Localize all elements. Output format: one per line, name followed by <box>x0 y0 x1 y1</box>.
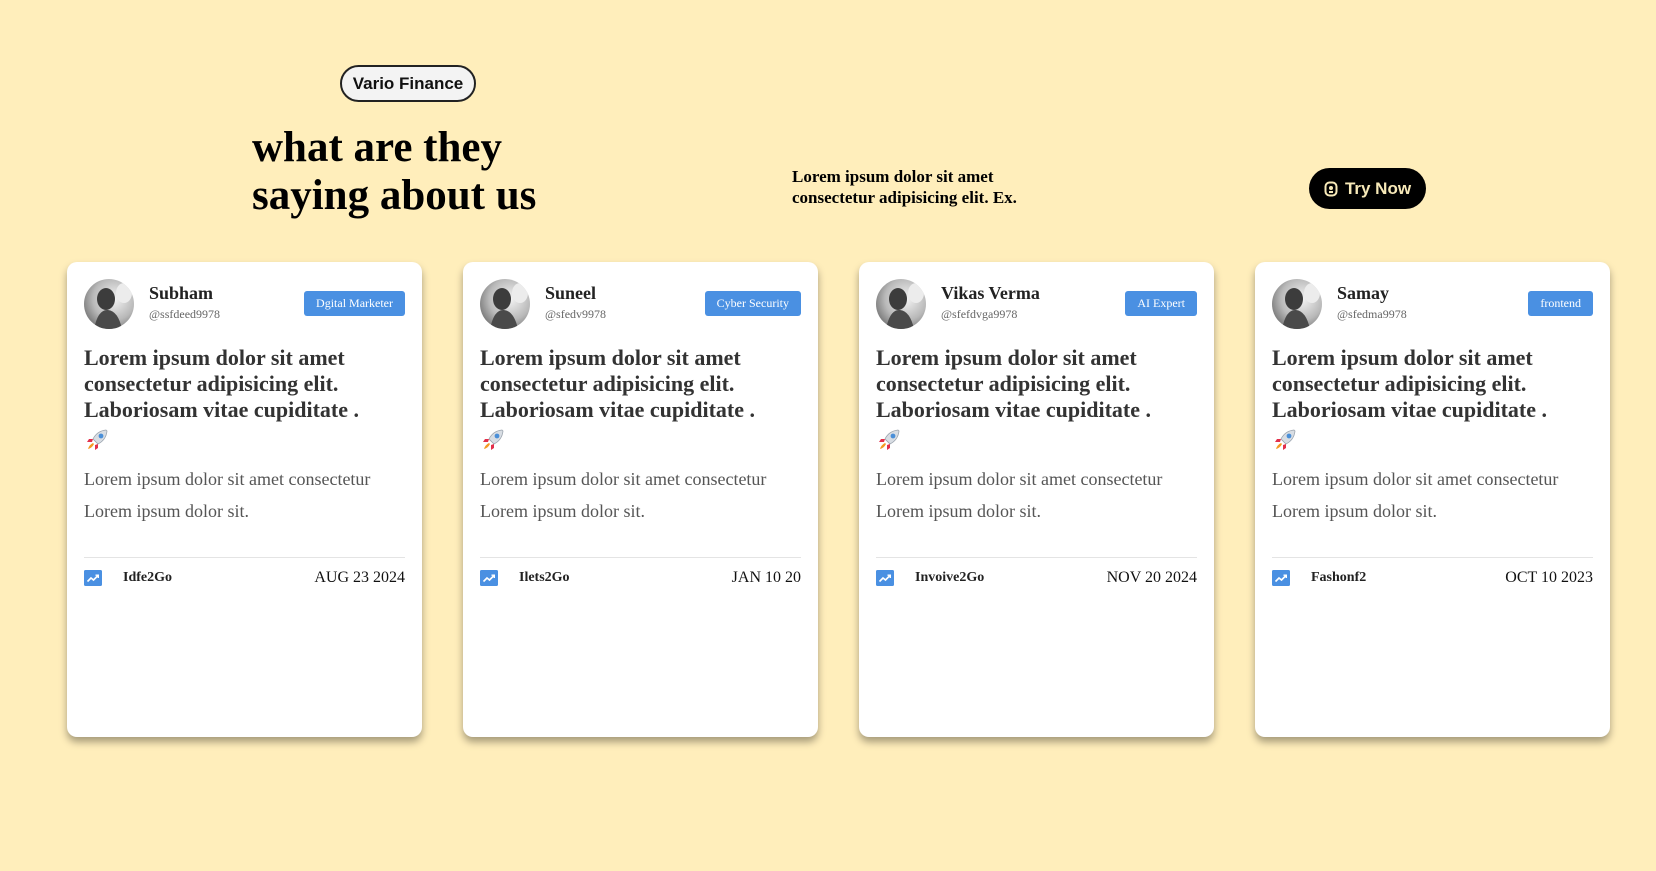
author-info: Subham @ssfdeed9978 <box>149 279 304 321</box>
post-date: AUG 23 2024 <box>314 569 405 586</box>
testimonial-card: Vikas Verma @sfefdvga9978 AI Expert Lore… <box>859 262 1214 737</box>
app-name: Invoive2Go <box>915 570 985 585</box>
brand-pill: Vario Finance <box>340 65 476 102</box>
rocket-icon <box>480 427 801 455</box>
card-body: Lorem ipsum dolor sit amet consectetur L… <box>480 469 767 521</box>
post-date: JAN 10 20 <box>731 569 801 586</box>
author-info: Samay @sfedma9978 <box>1337 279 1528 321</box>
post-date: NOV 20 2024 <box>1106 569 1197 586</box>
card-header: Samay @sfedma9978 frontend <box>1272 279 1593 331</box>
card-title: Lorem ipsum dolor sit amet consectetur a… <box>876 345 1151 422</box>
card-header: Subham @ssfdeed9978 Dgital Marketer <box>84 279 405 331</box>
author-info: Vikas Verma @sfefdvga9978 <box>941 279 1125 321</box>
app-name: Ilets2Go <box>519 570 570 585</box>
try-now-label: Try Now <box>1344 178 1412 198</box>
card-footer: Ilets2Go JAN 10 20 <box>480 557 801 587</box>
author-name: Samay <box>1337 283 1390 303</box>
card-title: Lorem ipsum dolor sit amet consectetur a… <box>1272 345 1547 422</box>
page-subtitle: Lorem ipsum dolor sit amet consectetur a… <box>792 167 1017 207</box>
card-body: Lorem ipsum dolor sit amet consectetur L… <box>876 469 1163 521</box>
rocket-icon <box>1272 427 1593 455</box>
avatar <box>84 279 134 329</box>
author-handle: @sfedv9978 <box>545 307 607 321</box>
card-footer: Fashonf2 OCT 10 2023 <box>1272 557 1593 587</box>
testimonial-cards: Subham @ssfdeed9978 Dgital Marketer Lore… <box>67 262 1610 737</box>
role-tag: frontend <box>1528 291 1593 316</box>
card-body: Lorem ipsum dolor sit amet consectetur L… <box>1272 469 1559 521</box>
app-name: Idfe2Go <box>123 570 172 585</box>
card-header: Vikas Verma @sfefdvga9978 AI Expert <box>876 279 1197 331</box>
trending-up-icon[interactable] <box>84 570 102 586</box>
author-info: Suneel @sfedv9978 <box>545 279 705 321</box>
avatar <box>1272 279 1322 329</box>
avatar <box>876 279 926 329</box>
testimonial-card: Subham @ssfdeed9978 Dgital Marketer Lore… <box>67 262 422 737</box>
author-name: Subham <box>149 283 214 303</box>
app-name: Fashonf2 <box>1311 570 1367 585</box>
rocket-icon <box>876 427 1197 455</box>
trending-up-icon[interactable] <box>876 570 894 586</box>
card-title: Lorem ipsum dolor sit amet consectetur a… <box>480 345 755 422</box>
author-handle: @sfefdvga9978 <box>941 307 1018 321</box>
trending-up-icon[interactable] <box>480 570 498 586</box>
card-title: Lorem ipsum dolor sit amet consectetur a… <box>84 345 359 422</box>
card-footer: Invoive2Go NOV 20 2024 <box>876 557 1197 587</box>
author-name: Vikas Verma <box>941 283 1040 303</box>
gear-badge-icon <box>1324 181 1338 197</box>
role-tag: AI Expert <box>1125 291 1197 316</box>
page-title: what are they saying about us <box>252 124 537 219</box>
avatar <box>480 279 530 329</box>
author-handle: @sfedma9978 <box>1337 307 1407 321</box>
card-footer: Idfe2Go AUG 23 2024 <box>84 557 405 587</box>
card-body: Lorem ipsum dolor sit amet consectetur L… <box>84 469 371 521</box>
author-name: Suneel <box>545 283 597 303</box>
testimonial-card: Suneel @sfedv9978 Cyber Security Lorem i… <box>463 262 818 737</box>
trending-up-icon[interactable] <box>1272 570 1290 586</box>
try-now-button[interactable]: Try Now <box>1309 168 1426 209</box>
rocket-icon <box>84 427 405 455</box>
role-tag: Cyber Security <box>704 291 801 316</box>
testimonial-card: Samay @sfedma9978 frontend Lorem ipsum d… <box>1255 262 1610 737</box>
post-date: OCT 10 2023 <box>1505 569 1593 586</box>
author-handle: @ssfdeed9978 <box>149 307 221 321</box>
card-header: Suneel @sfedv9978 Cyber Security <box>480 279 801 331</box>
role-tag: Dgital Marketer <box>304 291 405 316</box>
